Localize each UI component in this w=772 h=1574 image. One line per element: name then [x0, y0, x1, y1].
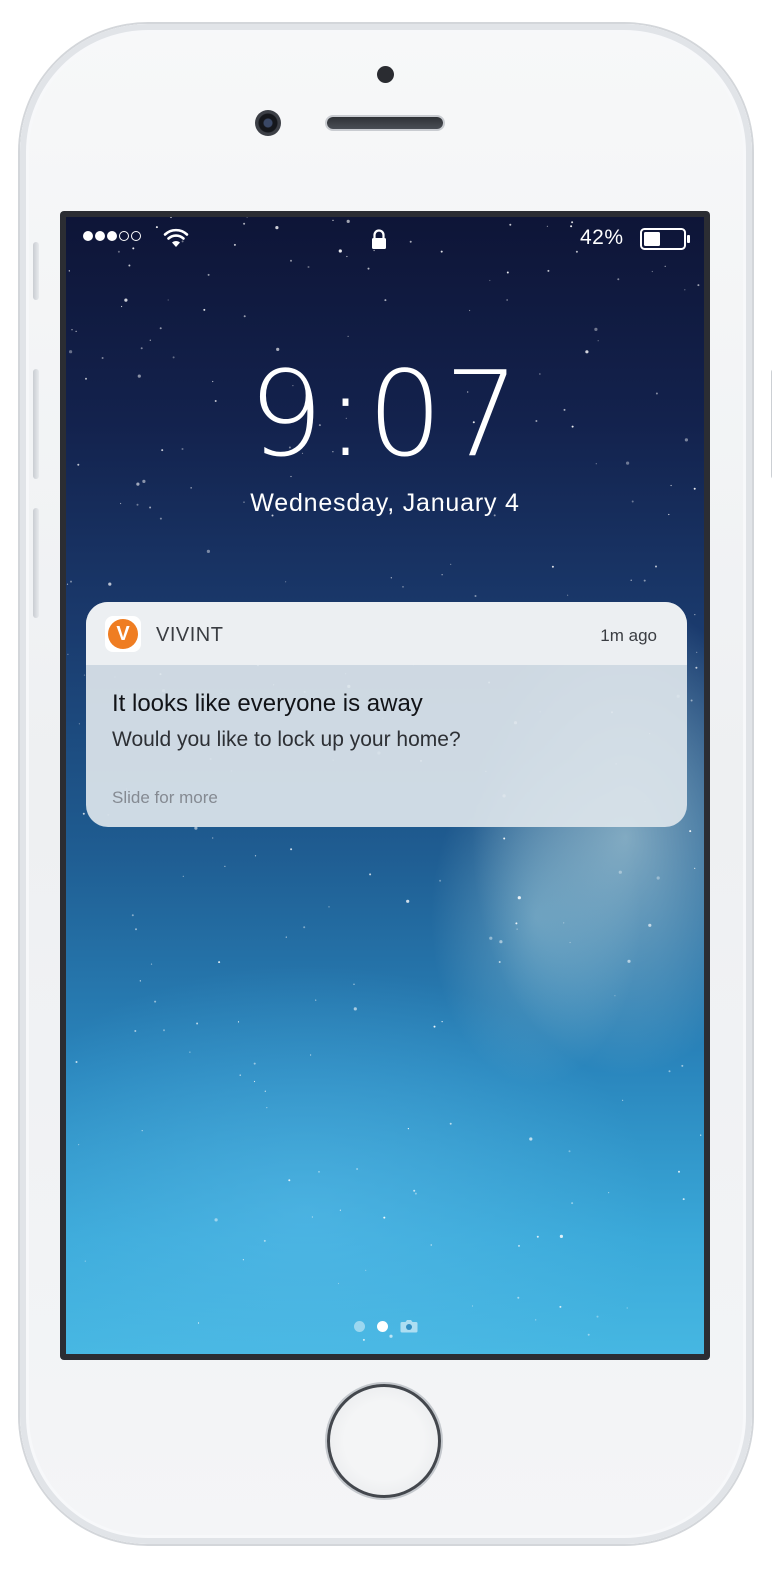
wifi-icon: [163, 228, 189, 247]
notification-title: It looks like everyone is away: [112, 690, 423, 717]
mute-switch: [33, 242, 39, 300]
phone-screen: 42% 9:07 Wednesday, January 4 V VIVINT 1…: [60, 211, 710, 1360]
home-button[interactable]: [327, 1384, 441, 1498]
camera-icon[interactable]: [400, 1319, 418, 1333]
page-dot: [354, 1320, 365, 1332]
proximity-sensor: [377, 66, 394, 83]
notification-header: V VIVINT 1m ago: [86, 602, 687, 665]
battery-icon: [640, 228, 690, 250]
front-camera-icon: [255, 110, 281, 136]
notification-slide-hint: Slide for more: [112, 788, 218, 807]
battery-percentage: 42%: [580, 226, 624, 249]
signal-dot: [119, 231, 129, 241]
vivint-app-icon: V: [105, 616, 141, 652]
earpiece-speaker: [327, 117, 443, 129]
volume-down-button: [33, 508, 39, 618]
signal-dot: [107, 231, 117, 241]
notification-card[interactable]: V VIVINT 1m ago It looks like everyone i…: [86, 602, 687, 827]
vivint-logo-icon: V: [108, 619, 138, 649]
notification-body: Would you like to lock up your home?: [112, 728, 461, 751]
signal-dot: [131, 231, 141, 241]
lock-screen[interactable]: 42% 9:07 Wednesday, January 4 V VIVINT 1…: [66, 217, 704, 1354]
cellular-signal-icon: [83, 231, 141, 241]
signal-dot: [83, 231, 93, 241]
lock-screen-time: 9:07: [248, 345, 522, 483]
volume-up-button: [33, 369, 39, 479]
lock-icon: [372, 229, 386, 249]
lock-screen-date: Wednesday, January 4: [250, 489, 520, 517]
status-bar: 42%: [66, 217, 704, 255]
page-indicator: [354, 1319, 418, 1333]
page-dot-active: [377, 1320, 388, 1332]
signal-dot: [95, 231, 105, 241]
notification-timestamp: 1m ago: [600, 626, 657, 645]
notification-app-name: VIVINT: [156, 624, 224, 646]
